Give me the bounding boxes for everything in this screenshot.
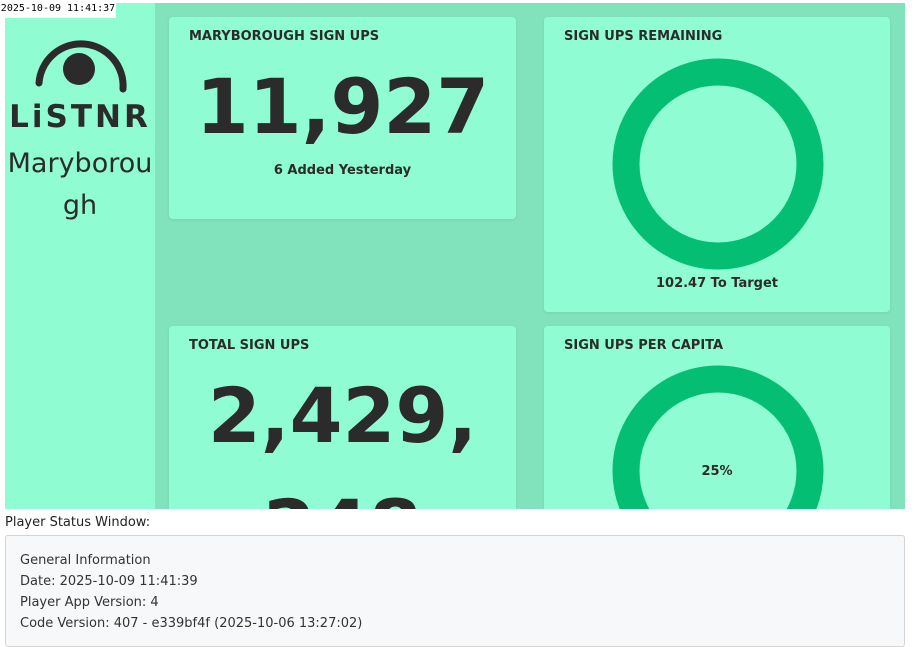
location-name: Maryborough — [5, 143, 155, 227]
card-title: TOTAL SIGN UPS — [189, 338, 309, 353]
card-title: SIGN UPS REMAINING — [564, 29, 722, 44]
status-window-label: Player Status Window: — [5, 515, 150, 530]
local-signups-value: 11,927 — [169, 67, 516, 147]
per-capita-card: SIGN UPS PER CAPITA 25% — [544, 326, 890, 509]
to-target: 102.47 To Target — [544, 276, 890, 291]
status-line: Player App Version: 4 — [20, 595, 159, 610]
brand-name: LiSTNR — [5, 99, 155, 135]
total-signups-card: TOTAL SIGN UPS 2,429,248 — [169, 326, 516, 509]
card-title: MARYBOROUGH SIGN UPS — [189, 29, 379, 44]
added-yesterday: 6 Added Yesterday — [169, 163, 516, 178]
timestamp: 2025-10-09 11:41:37 — [0, 0, 116, 18]
status-line: Date: 2025-10-09 11:41:39 — [20, 574, 198, 589]
local-signups-card: MARYBOROUGH SIGN UPS 11,927 6 Added Yest… — [169, 17, 516, 219]
status-line: General Information — [20, 553, 151, 568]
dashboard: LiSTNR Maryborough MARYBOROUGH SIGN UPS … — [5, 3, 905, 509]
total-signups-value: 2,429,248 — [169, 360, 516, 509]
per-capita-value: 25% — [544, 464, 890, 479]
status-window: General Information Date: 2025-10-09 11:… — [5, 535, 905, 647]
remaining-donut — [611, 57, 825, 271]
remaining-card: SIGN UPS REMAINING 102.47 To Target — [544, 17, 890, 312]
card-title: SIGN UPS PER CAPITA — [564, 338, 723, 353]
listnr-logo-icon — [31, 21, 131, 96]
sidebar: LiSTNR Maryborough — [5, 3, 155, 509]
per-capita-donut — [611, 364, 825, 509]
status-line: Code Version: 407 - e339bf4f (2025-10-06… — [20, 616, 362, 631]
